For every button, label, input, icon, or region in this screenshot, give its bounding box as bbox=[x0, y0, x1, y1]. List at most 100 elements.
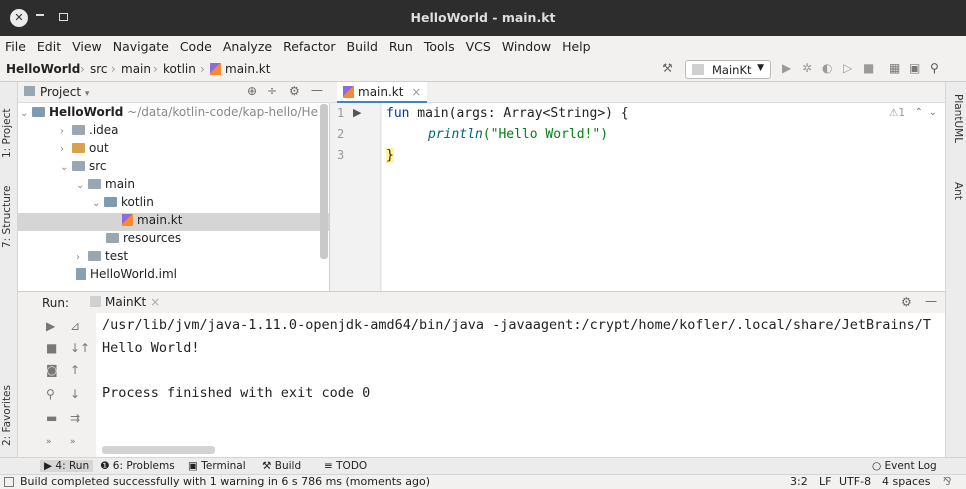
run-console[interactable]: /usr/lib/jvm/java-1.11.0-openjdk-amd64/b… bbox=[96, 313, 945, 457]
hammer-icon[interactable]: ⚒ bbox=[662, 61, 673, 75]
tree-item-path: ~/data/kotlin-code/kap-hello/He bbox=[127, 105, 318, 119]
camera-icon[interactable]: ◙ bbox=[46, 363, 58, 377]
search-icon[interactable]: ⚲ bbox=[930, 61, 939, 75]
run-icon: ▶ bbox=[44, 460, 56, 472]
tree-item-src[interactable]: ⌄ src bbox=[60, 159, 107, 177]
tree-item-resources[interactable]: resources bbox=[106, 231, 181, 249]
favorites-tool-tab[interactable]: 2: Favorites bbox=[1, 372, 17, 446]
breadcrumb-separator: › bbox=[200, 62, 205, 76]
event-log-tool-tab[interactable]: ○ Event Log bbox=[872, 460, 937, 472]
tree-item-out[interactable]: › out bbox=[60, 141, 109, 159]
menu-tools[interactable]: Tools bbox=[424, 36, 455, 54]
breadcrumb-src[interactable]: src bbox=[90, 62, 108, 76]
editor-tab-main-kt[interactable]: main.kt × bbox=[337, 82, 428, 103]
breadcrumb-main[interactable]: main bbox=[121, 62, 151, 76]
run-tool-tab[interactable]: ▶ 4: Run bbox=[40, 460, 94, 472]
project-view-select[interactable]: Project ▾ bbox=[40, 85, 89, 99]
file-encoding[interactable]: UTF-8 bbox=[839, 475, 871, 488]
menu-vcs[interactable]: VCS bbox=[466, 36, 491, 54]
soft-wrap-icon[interactable]: ⇉ bbox=[70, 411, 80, 425]
hide-panel-icon[interactable]: — bbox=[925, 294, 937, 308]
project-scrollbar[interactable] bbox=[320, 104, 328, 259]
coverage-icon[interactable]: ◐ bbox=[822, 61, 832, 75]
more-icon[interactable]: » bbox=[70, 437, 76, 447]
build-tool-tab[interactable]: ⚒ Build bbox=[262, 460, 301, 472]
console-line: /usr/lib/jvm/java-1.11.0-openjdk-amd64/b… bbox=[102, 317, 932, 333]
plantuml-tool-tab[interactable]: PlantUML bbox=[949, 94, 964, 164]
tree-item-iml[interactable]: HelloWorld.iml bbox=[76, 267, 177, 285]
more-icon[interactable]: » bbox=[46, 437, 52, 447]
arrow-up-icon[interactable]: ↑ bbox=[70, 363, 80, 377]
project-tool-tab[interactable]: 1: Project bbox=[1, 88, 17, 158]
inspection-widget[interactable]: ⚠1 bbox=[889, 107, 905, 119]
arrow-down-icon[interactable]: ↓ bbox=[70, 387, 80, 401]
line-separator[interactable]: LF bbox=[819, 475, 831, 488]
debug-icon[interactable]: ✲ bbox=[802, 61, 812, 75]
close-tab-icon[interactable]: × bbox=[411, 85, 421, 99]
panel-toggle-icon[interactable] bbox=[4, 477, 14, 487]
run-tab-mainkt[interactable]: MainKt × bbox=[90, 295, 160, 309]
menu-analyze[interactable]: Analyze bbox=[223, 36, 272, 54]
chevron-down-icon[interactable]: ⌄ bbox=[929, 107, 937, 118]
window-title: HelloWorld - main.kt bbox=[410, 10, 556, 25]
collapse-all-icon[interactable]: ÷ bbox=[267, 84, 277, 98]
tree-item-idea[interactable]: › .idea bbox=[60, 123, 119, 141]
status-message[interactable]: Build completed successfully with 1 warn… bbox=[20, 475, 430, 488]
stop-icon[interactable]: ■ bbox=[46, 341, 57, 355]
event-log-tool-tab-label: Event Log bbox=[884, 460, 937, 472]
tree-item-label: kotlin bbox=[121, 195, 154, 209]
menu-edit[interactable]: Edit bbox=[37, 36, 61, 54]
menu-navigate[interactable]: Navigate bbox=[113, 36, 169, 54]
console-scrollbar[interactable] bbox=[102, 446, 215, 454]
hide-panel-icon[interactable]: — bbox=[311, 83, 323, 97]
breadcrumb-project[interactable]: HelloWorld bbox=[6, 62, 80, 76]
project-structure-icon[interactable]: ▦ bbox=[889, 61, 900, 75]
chevron-right-icon: › bbox=[60, 144, 64, 155]
breadcrumb-kotlin[interactable]: kotlin bbox=[163, 62, 196, 76]
breadcrumb-file[interactable]: main.kt bbox=[210, 62, 270, 76]
run-icon[interactable]: ▶ bbox=[782, 61, 791, 75]
layout-icon[interactable]: ▣ bbox=[909, 61, 920, 75]
todo-tool-tab[interactable]: ≡ TODO bbox=[324, 460, 367, 472]
caret-position[interactable]: 3:2 bbox=[790, 475, 808, 488]
ant-tool-tab[interactable]: Ant bbox=[949, 182, 964, 212]
rerun-icon[interactable]: ▶ bbox=[46, 319, 55, 333]
chevron-down-icon: ⌄ bbox=[92, 198, 101, 209]
structure-tool-tab[interactable]: 7: Structure bbox=[1, 168, 17, 248]
problems-tool-tab[interactable]: ❶ 6: Problems bbox=[100, 460, 175, 472]
stop-icon[interactable]: ■ bbox=[863, 61, 874, 75]
run-config-icon bbox=[90, 296, 101, 307]
scroll-to-end-icon[interactable]: ⊿ bbox=[70, 319, 80, 333]
tree-item-main[interactable]: ⌄ main bbox=[76, 177, 135, 195]
menu-run[interactable]: Run bbox=[389, 36, 413, 54]
tree-item-test[interactable]: › test bbox=[76, 249, 128, 267]
code-editor[interactable]: fun main(args: Array<String>) { println(… bbox=[382, 103, 945, 291]
close-tab-icon[interactable]: × bbox=[150, 295, 160, 309]
tool-window-bar: ▶ 4: Run ❶ 6: Problems ▣ Terminal ⚒ Buil… bbox=[0, 457, 966, 474]
locate-icon[interactable]: ⊕ bbox=[247, 84, 257, 98]
menu-build[interactable]: Build bbox=[347, 36, 378, 54]
gear-icon[interactable]: ⚙ bbox=[289, 84, 300, 98]
menu-view[interactable]: View bbox=[72, 36, 102, 54]
menu-help[interactable]: Help bbox=[562, 36, 591, 54]
chevron-up-icon[interactable]: ⌃ bbox=[915, 107, 923, 118]
indent-setting[interactable]: 4 spaces bbox=[882, 475, 931, 488]
layout-icon[interactable]: ▬ bbox=[46, 411, 57, 425]
menu-code[interactable]: Code bbox=[180, 36, 212, 54]
code-keyword: fun bbox=[386, 106, 410, 121]
gear-icon[interactable]: ⚙ bbox=[901, 295, 912, 309]
tree-item-kotlin[interactable]: ⌄ kotlin bbox=[92, 195, 154, 213]
tree-item-project-root[interactable]: ⌄ HelloWorld ~/data/kotlin-code/kap-hello… bbox=[20, 105, 318, 123]
chevron-down-icon: ▾ bbox=[84, 89, 90, 99]
tree-item-main-kt[interactable]: main.kt bbox=[18, 213, 329, 231]
menu-refactor[interactable]: Refactor bbox=[283, 36, 335, 54]
run-configuration-select[interactable]: MainKt ▼ bbox=[685, 60, 771, 79]
lock-icon[interactable]: ⅋ bbox=[943, 475, 952, 488]
menu-file[interactable]: File bbox=[5, 36, 26, 54]
run-gutter-icon[interactable]: ▶ bbox=[353, 106, 361, 119]
pin-icon[interactable]: ⚲ bbox=[46, 387, 55, 401]
terminal-tool-tab[interactable]: ▣ Terminal bbox=[188, 460, 246, 472]
profile-icon[interactable]: ▷ bbox=[843, 61, 852, 75]
menu-window[interactable]: Window bbox=[502, 36, 551, 54]
sort-icon[interactable]: ↓↑ bbox=[70, 341, 90, 355]
